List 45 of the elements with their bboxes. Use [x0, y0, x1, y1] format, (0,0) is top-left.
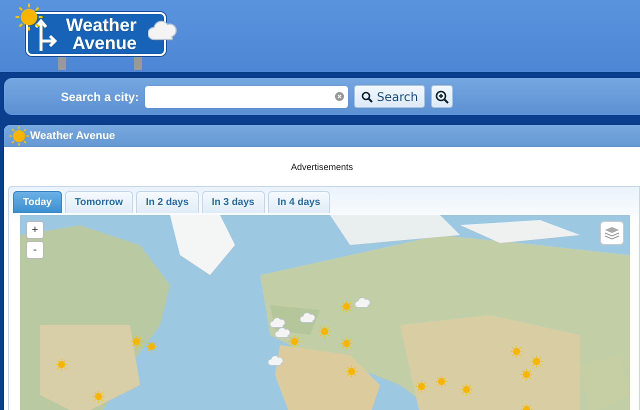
sun-marker-icon — [288, 335, 301, 348]
sun-marker-icon — [520, 368, 533, 381]
cloud-marker-icon — [268, 354, 284, 366]
layers-icon — [604, 226, 620, 240]
sun-marker-icon — [145, 340, 158, 353]
sun-marker-icon — [435, 375, 448, 388]
day-tab[interactable]: Today — [13, 191, 62, 213]
cloud-marker-icon — [300, 312, 316, 323]
sun-marker-icon — [130, 335, 143, 348]
sun-marker-icon — [318, 325, 331, 338]
sun-marker-icon — [340, 337, 353, 350]
zoom-in-button[interactable]: + — [26, 221, 44, 239]
cloud-marker-icon — [355, 296, 371, 308]
search-icon — [360, 90, 373, 102]
layers-button[interactable] — [600, 221, 624, 245]
zoom-in-icon — [435, 90, 450, 104]
search-label: Search a city: — [60, 90, 139, 104]
sun-marker-icon — [510, 345, 523, 358]
sign-post — [134, 56, 142, 70]
cloud-marker-icon — [270, 316, 286, 328]
search-button[interactable]: Search — [354, 85, 426, 108]
clear-icon[interactable] — [334, 92, 344, 101]
day-tab[interactable]: In 2 days — [136, 191, 199, 213]
logo-text: Avenue — [72, 34, 137, 52]
cloud-marker-icon — [275, 326, 291, 338]
panel-title: Weather Avenue — [30, 130, 116, 142]
sign-post — [58, 56, 66, 70]
sun-marker-icon — [345, 365, 358, 378]
sun-icon — [14, 2, 44, 32]
sun-marker-icon — [415, 380, 428, 393]
sun-marker-icon — [460, 383, 473, 396]
arrow-icon — [34, 17, 58, 51]
advertisements-label: Advertisements — [290, 162, 354, 172]
day-tab[interactable]: In 3 days — [202, 191, 264, 213]
zoom-out-button[interactable]: - — [26, 241, 44, 259]
sun-marker-icon — [340, 300, 353, 313]
sun-marker-icon — [55, 358, 68, 371]
logo-text: Weather — [66, 16, 137, 34]
city-search-field[interactable] — [144, 86, 348, 108]
sun-marker-icon — [92, 390, 105, 403]
day-tab[interactable]: In 4 days — [268, 191, 330, 213]
sun-marker-icon — [530, 355, 543, 368]
sun-icon — [8, 125, 30, 147]
zoom-in-button[interactable] — [431, 85, 454, 108]
day-tab[interactable]: Tomorrow — [64, 191, 133, 213]
